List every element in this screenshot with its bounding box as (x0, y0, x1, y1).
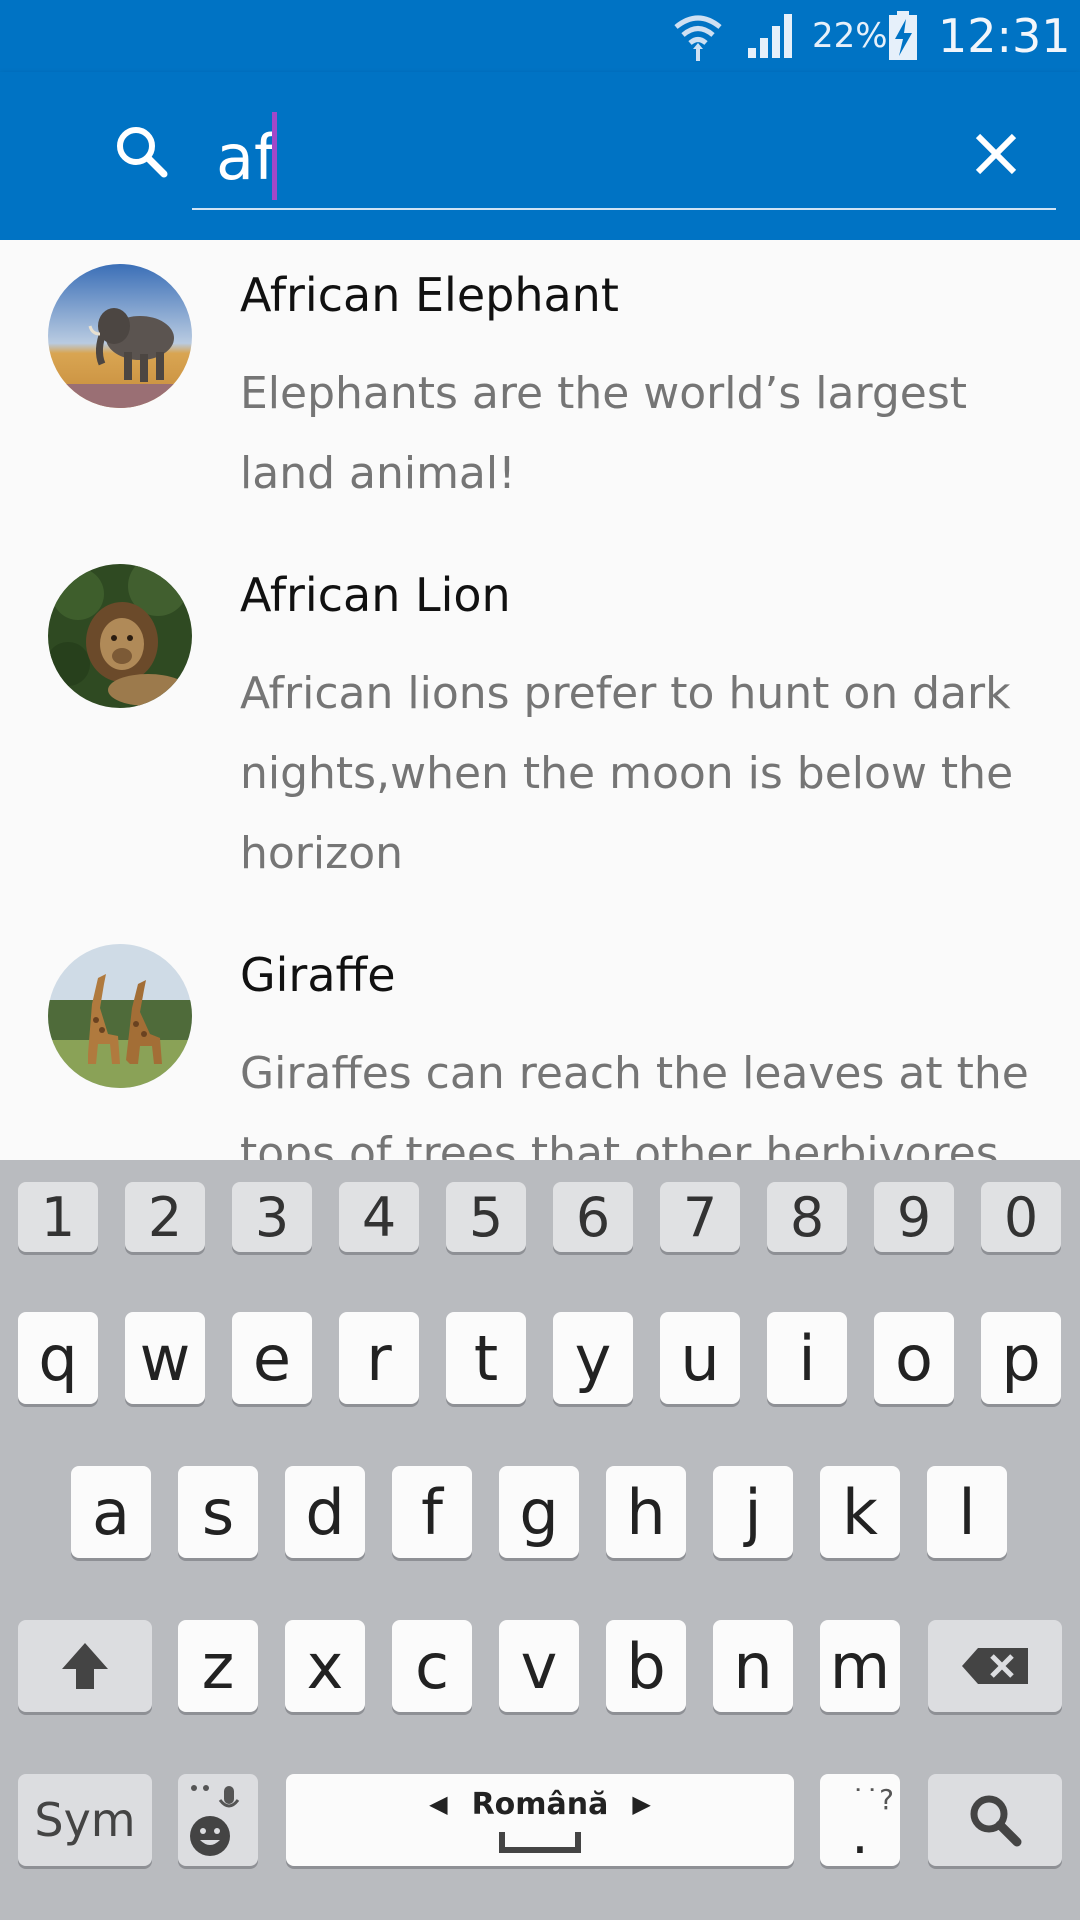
search-input[interactable] (192, 112, 952, 202)
key-b[interactable]: b (606, 1620, 686, 1712)
battery-charging-icon (888, 0, 922, 72)
item-title: African Elephant (240, 268, 619, 322)
clock: 12:31 (938, 9, 1071, 63)
key-8[interactable]: 8 (767, 1182, 847, 1252)
shift-key[interactable] (18, 1620, 152, 1712)
key-l[interactable]: l (927, 1466, 1007, 1558)
keyboard-search-key[interactable] (928, 1774, 1062, 1866)
item-description: African lions prefer to hunt on dark nig… (240, 668, 1014, 879)
item-description: Giraffes can reach the leaves at the top… (240, 1048, 1029, 1160)
text-cursor (272, 112, 277, 200)
close-icon[interactable] (970, 128, 1022, 180)
key-2[interactable]: 2 (125, 1182, 205, 1252)
key-6[interactable]: 6 (553, 1182, 633, 1252)
giraffe-photo (48, 944, 192, 1088)
wifi-icon (672, 0, 728, 72)
elephant-photo (48, 264, 192, 408)
signal-icon (746, 0, 798, 72)
key-i[interactable]: i (767, 1312, 847, 1404)
key-1[interactable]: 1 (18, 1182, 98, 1252)
language-left-arrow-icon: ◀ (429, 1790, 448, 1818)
list-item[interactable]: African Elephant Elephants are the world… (0, 240, 1080, 540)
search-toolbar (0, 72, 1080, 240)
key-5[interactable]: 5 (446, 1182, 526, 1252)
keyboard-language: Română (471, 1786, 609, 1822)
item-title: African Lion (240, 568, 511, 622)
search-underline (192, 208, 1056, 210)
language-right-arrow-icon: ▶ (632, 1790, 651, 1818)
symbols-key[interactable]: Sym (18, 1774, 152, 1866)
search-results-list[interactable]: African Elephant Elephants are the world… (0, 240, 1080, 1160)
period-key[interactable]: ˙˙? . (820, 1774, 900, 1866)
key-y[interactable]: y (553, 1312, 633, 1404)
emoji-icon (190, 1785, 240, 1856)
key-0[interactable]: 0 (981, 1182, 1061, 1252)
search-icon[interactable] (112, 122, 172, 182)
key-x[interactable]: x (285, 1620, 365, 1712)
key-c[interactable]: c (392, 1620, 472, 1712)
key-w[interactable]: w (125, 1312, 205, 1404)
item-description: Elephants are the world’s largest land a… (240, 368, 967, 499)
key-q[interactable]: q (18, 1312, 98, 1404)
emoji-key[interactable] (178, 1774, 258, 1866)
key-j[interactable]: j (713, 1466, 793, 1558)
search-icon (970, 1795, 1022, 1847)
list-item[interactable]: African Lion African lions prefer to hun… (0, 540, 1080, 920)
key-t[interactable]: t (446, 1312, 526, 1404)
key-k[interactable]: k (820, 1466, 900, 1558)
backspace-key[interactable] (928, 1620, 1062, 1712)
key-v[interactable]: v (499, 1620, 579, 1712)
space-icon (499, 1831, 581, 1853)
period-label: . (851, 1803, 869, 1866)
battery-percent: 22% (812, 16, 888, 56)
key-m[interactable]: m (820, 1620, 900, 1712)
key-f[interactable]: f (392, 1466, 472, 1558)
shift-icon (62, 1643, 108, 1689)
key-h[interactable]: h (606, 1466, 686, 1558)
key-7[interactable]: 7 (660, 1182, 740, 1252)
key-r[interactable]: r (339, 1312, 419, 1404)
list-item[interactable]: Giraffe Giraffes can reach the leaves at… (0, 920, 1080, 1160)
key-z[interactable]: z (178, 1620, 258, 1712)
soft-keyboard: 1234567890 qwertyuiop asdfghjkl zxcvbnm … (0, 1160, 1080, 1920)
key-g[interactable]: g (499, 1466, 579, 1558)
key-d[interactable]: d (285, 1466, 365, 1558)
key-u[interactable]: u (660, 1312, 740, 1404)
key-o[interactable]: o (874, 1312, 954, 1404)
key-9[interactable]: 9 (874, 1182, 954, 1252)
space-bar[interactable]: ◀ Română ▶ (286, 1774, 794, 1866)
key-3[interactable]: 3 (232, 1182, 312, 1252)
lion-photo (48, 564, 192, 708)
backspace-icon (962, 1648, 1028, 1684)
key-4[interactable]: 4 (339, 1182, 419, 1252)
key-p[interactable]: p (981, 1312, 1061, 1404)
item-title: Giraffe (240, 948, 396, 1002)
key-e[interactable]: e (232, 1312, 312, 1404)
key-s[interactable]: s (178, 1466, 258, 1558)
status-bar: 22% 12:31 (0, 0, 1080, 72)
key-a[interactable]: a (71, 1466, 151, 1558)
key-n[interactable]: n (713, 1620, 793, 1712)
